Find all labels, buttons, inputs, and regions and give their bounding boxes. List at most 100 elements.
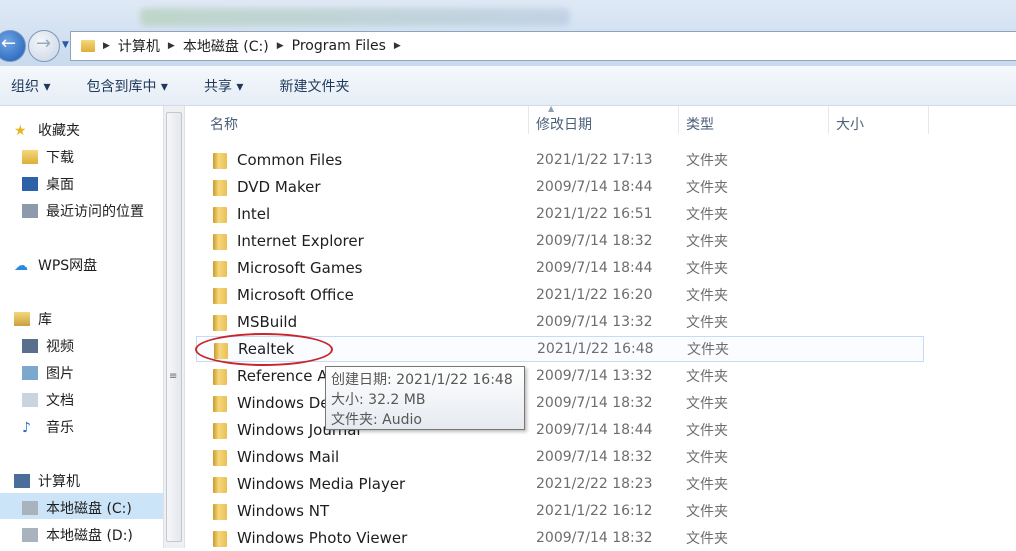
- file-name: Common Files: [237, 151, 343, 169]
- column-size[interactable]: 大小: [836, 114, 864, 134]
- file-date: 2009/7/14 18:32: [536, 449, 653, 465]
- folder-icon: [213, 288, 227, 304]
- sidebar-item-favorites[interactable]: ★ 收藏夹: [14, 120, 80, 140]
- videos-icon: [22, 339, 38, 353]
- file-type: 文件夹: [686, 531, 728, 547]
- file-row[interactable]: MSBuild 2009/7/14 13:32 文件夹: [196, 309, 924, 335]
- folder-icon: [213, 423, 227, 439]
- file-type: 文件夹: [686, 396, 728, 412]
- folder-icon: [213, 180, 227, 196]
- file-date: 2009/7/14 13:32: [536, 368, 653, 384]
- sidebar-item-drive-d[interactable]: 本地磁盘 (D:): [22, 525, 133, 545]
- sidebar-scrollbar[interactable]: ≡: [163, 106, 185, 548]
- file-row[interactable]: Windows NT 2021/1/22 16:12 文件夹: [196, 498, 924, 524]
- file-row[interactable]: Internet Explorer 2009/7/14 18:32 文件夹: [196, 228, 924, 254]
- file-date: 2021/1/22 16:12: [536, 503, 653, 519]
- breadcrumb-drive-c[interactable]: 本地磁盘 (C:): [183, 36, 269, 56]
- file-row[interactable]: Microsoft Games 2009/7/14 18:44 文件夹: [196, 255, 924, 281]
- sidebar-item-wps[interactable]: ☁ WPS网盘: [14, 255, 97, 275]
- file-name: Windows Photo Viewer: [237, 529, 408, 547]
- sidebar-item-music[interactable]: ♪ 音乐: [22, 417, 74, 437]
- file-row[interactable]: DVD Maker 2009/7/14 18:44 文件夹: [196, 174, 924, 200]
- chevron-right-icon[interactable]: ▶: [103, 41, 110, 51]
- scrollbar-thumb[interactable]: [166, 112, 182, 542]
- recent-places-icon: [22, 204, 38, 218]
- documents-icon: [22, 393, 38, 407]
- sidebar-item-videos[interactable]: 视频: [22, 336, 74, 356]
- include-in-library-button[interactable]: 包含到库中 ▾: [86, 76, 167, 96]
- file-name: Windows De: [237, 394, 330, 412]
- chevron-right-icon[interactable]: ▶: [394, 41, 401, 51]
- file-date: 2021/1/22 17:13: [536, 152, 653, 168]
- folder-icon: [213, 531, 227, 547]
- share-button[interactable]: 共享 ▾: [204, 76, 243, 96]
- sidebar-item-documents[interactable]: 文档: [22, 390, 74, 410]
- file-row[interactable]: Windows Journal 2009/7/14 18:44 文件夹: [196, 417, 924, 443]
- organize-button[interactable]: 组织 ▾: [11, 76, 50, 96]
- chevron-right-icon[interactable]: ▶: [168, 41, 175, 51]
- file-date: 2009/7/14 13:32: [536, 314, 653, 330]
- file-name: DVD Maker: [237, 178, 321, 196]
- file-type: 文件夹: [686, 504, 728, 520]
- column-divider[interactable]: [528, 106, 529, 134]
- file-name: Intel: [237, 205, 271, 223]
- file-date: 2009/7/14 18:32: [536, 233, 653, 249]
- file-row[interactable]: Windows Media Player 2021/2/22 18:23 文件夹: [196, 471, 924, 497]
- sidebar-item-pictures[interactable]: 图片: [22, 363, 74, 383]
- folder-icon: [213, 234, 227, 250]
- back-arrow-icon: ←: [1, 33, 17, 54]
- tooltip-created: 创建日期: 2021/1/22 16:48: [331, 372, 513, 388]
- file-row[interactable]: Microsoft Office 2021/1/22 16:20 文件夹: [196, 282, 924, 308]
- column-divider[interactable]: [828, 106, 829, 134]
- breadcrumb-computer[interactable]: 计算机: [118, 36, 160, 56]
- music-icon: ♪: [22, 420, 31, 436]
- file-date: 2021/2/22 18:23: [536, 476, 653, 492]
- grip-icon: ≡: [169, 371, 178, 382]
- file-type: 文件夹: [686, 180, 728, 196]
- sidebar-item-downloads[interactable]: 下载: [22, 147, 74, 167]
- sidebar-item-computer[interactable]: 计算机: [14, 471, 80, 491]
- column-divider[interactable]: [928, 106, 929, 134]
- chevron-right-icon[interactable]: ▶: [277, 41, 284, 51]
- file-date: 2009/7/14 18:44: [536, 422, 653, 438]
- file-name: Reference A: [237, 367, 328, 385]
- sidebar-item-library[interactable]: 库: [14, 309, 52, 329]
- red-highlight-annotation: [195, 333, 333, 366]
- file-row[interactable]: Common Files 2021/1/22 17:13 文件夹: [196, 147, 924, 173]
- sidebar-item-drive-c[interactable]: 本地磁盘 (C:): [22, 498, 132, 518]
- file-type: 文件夹: [686, 261, 728, 277]
- sort-arrow-icon: ▲: [548, 104, 555, 113]
- cloud-icon: ☁: [14, 258, 28, 274]
- file-name: Microsoft Games: [237, 259, 363, 277]
- address-bar[interactable]: ▶ 计算机 ▶ 本地磁盘 (C:) ▶ Program Files ▶: [70, 31, 1016, 61]
- downloads-icon: [22, 150, 38, 164]
- pictures-icon: [22, 366, 38, 380]
- file-name: Windows Media Player: [237, 475, 406, 493]
- column-divider[interactable]: [678, 106, 679, 134]
- desktop-icon: [22, 177, 38, 191]
- folder-icon: [81, 40, 95, 52]
- sidebar-item-recent[interactable]: 最近访问的位置: [22, 201, 144, 221]
- file-type: 文件夹: [686, 477, 728, 493]
- new-folder-button[interactable]: 新建文件夹: [279, 76, 349, 96]
- file-type: 文件夹: [686, 153, 728, 169]
- file-name: Microsoft Office: [237, 286, 354, 304]
- column-headers: ▲ 名称 修改日期 类型 大小: [186, 104, 1016, 140]
- file-row[interactable]: Windows De 2009/7/14 18:32 文件夹: [196, 390, 924, 416]
- folder-icon: [213, 261, 227, 277]
- breadcrumb-program-files[interactable]: Program Files: [292, 38, 386, 54]
- file-row[interactable]: Windows Mail 2009/7/14 18:32 文件夹: [196, 444, 924, 470]
- column-date[interactable]: 修改日期: [536, 114, 592, 134]
- column-name[interactable]: 名称: [210, 114, 238, 134]
- file-type: 文件夹: [687, 342, 729, 358]
- file-row[interactable]: Windows Photo Viewer 2009/7/14 18:32 文件夹: [196, 525, 924, 551]
- file-row[interactable]: Reference A 2009/7/14 13:32 文件夹: [196, 363, 924, 389]
- file-type: 文件夹: [686, 288, 728, 304]
- file-name: MSBuild: [237, 313, 298, 331]
- history-dropdown-icon[interactable]: ▼: [62, 40, 69, 50]
- file-row[interactable]: Intel 2021/1/22 16:51 文件夹: [196, 201, 924, 227]
- file-date: 2021/1/22 16:48: [537, 341, 654, 357]
- column-type[interactable]: 类型: [686, 114, 714, 134]
- file-date: 2021/1/22 16:20: [536, 287, 653, 303]
- sidebar-item-desktop[interactable]: 桌面: [22, 174, 74, 194]
